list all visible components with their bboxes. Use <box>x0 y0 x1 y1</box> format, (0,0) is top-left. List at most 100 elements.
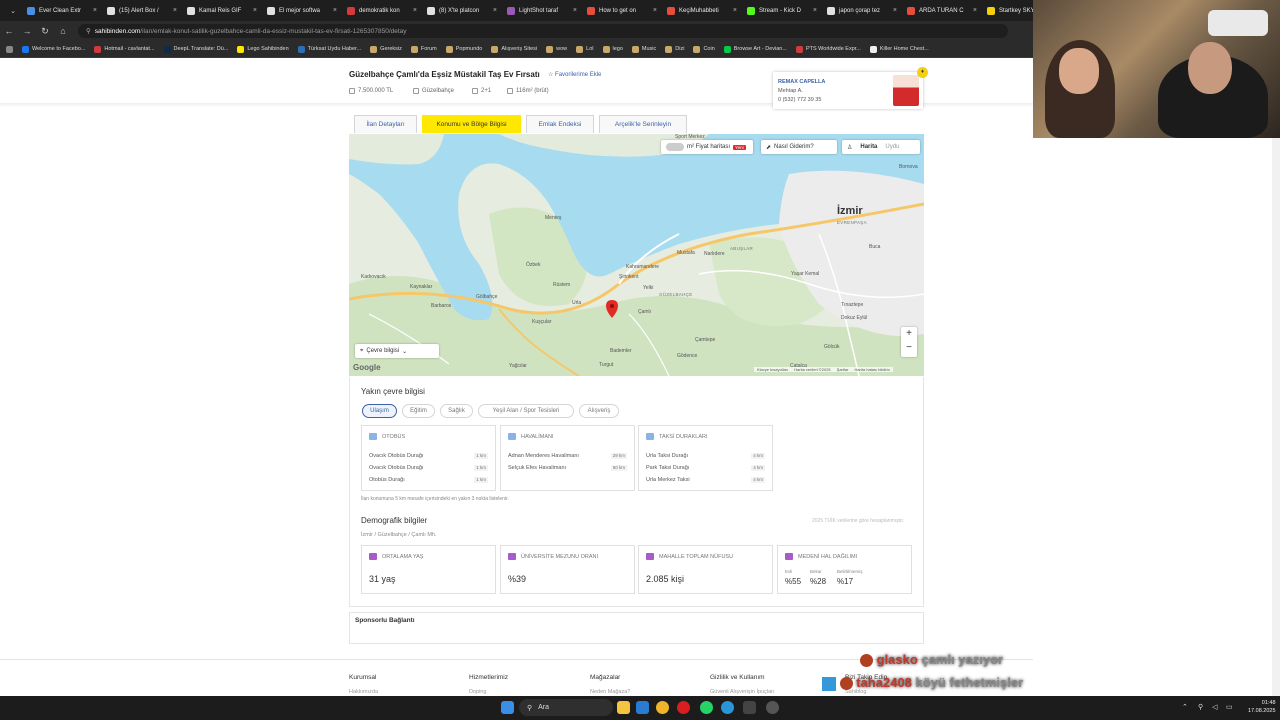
tab-close-icon[interactable]: × <box>973 7 977 14</box>
browser-tab[interactable]: Stream - Kick D × <box>742 0 822 21</box>
add-to-favorites-link[interactable]: ☆ Favorilerime Ekle <box>548 71 601 78</box>
tab-search-icon[interactable]: ⌄ <box>4 7 22 15</box>
obs-icon[interactable] <box>766 701 779 714</box>
taskbar-clock[interactable]: 01:48 17.08.2025 <box>1248 699 1276 715</box>
chip-transport[interactable]: Ulaşım <box>362 404 397 418</box>
bookmark-label: Lego Sahibinden <box>247 46 289 52</box>
reload-icon[interactable]: ↻ <box>36 26 54 37</box>
agent-card[interactable]: REMAX CAPELLA Mehtap A. 0 (532) 772 39 3… <box>773 72 923 109</box>
surroundings-dropdown[interactable]: ⌖ Çevre bilgisi ⌄ <box>355 344 439 358</box>
back-icon[interactable]: ← <box>0 26 18 36</box>
chip-green-areas[interactable]: Yeşil Alan / Spor Tesisleri <box>478 404 574 418</box>
tab-close-icon[interactable]: × <box>333 7 337 14</box>
page-scrollbar[interactable] <box>1272 58 1280 696</box>
toggle-switch[interactable] <box>666 143 684 151</box>
browser-tab[interactable]: ARDA TURAN C × <box>902 0 982 21</box>
bookmark-item[interactable]: Browse Art - Devian... <box>723 45 787 53</box>
chip-shopping[interactable]: Alışveriş <box>579 404 619 418</box>
taskbar-search[interactable]: ⚲ Ara <box>519 699 613 716</box>
footer-link[interactable]: Hakkımızda <box>349 689 378 695</box>
forward-icon[interactable]: → <box>18 26 36 36</box>
price-map-toggle[interactable]: m² Fiyat haritası Yeni <box>661 140 753 154</box>
price-value: 7.500.000 TL <box>358 88 394 94</box>
tab-close-icon[interactable]: × <box>813 7 817 14</box>
footer-link[interactable]: Güvenli Alışverişin İpuçları <box>710 689 775 695</box>
tab-location-region[interactable]: Konumu ve Bölge Bilgisi <box>422 115 521 133</box>
bookmark-item[interactable]: Popmundo <box>445 45 482 53</box>
map-canvas <box>349 134 924 376</box>
browser-tab[interactable]: El mejor softwa × <box>262 0 342 21</box>
view-map-button[interactable]: Harita <box>860 144 877 150</box>
tab-close-icon[interactable]: × <box>733 7 737 14</box>
tab-close-icon[interactable]: × <box>413 7 417 14</box>
app-icon[interactable] <box>743 701 756 714</box>
tab-listing-details[interactable]: İlan Detayları <box>354 115 417 133</box>
chip-health[interactable]: Sağlık <box>440 404 473 418</box>
tab-close-icon[interactable]: × <box>493 7 497 14</box>
bookmark-item[interactable]: Türksat Uydu Haber... <box>297 45 361 53</box>
tab-close-icon[interactable]: × <box>173 7 177 14</box>
network-icon[interactable]: ⚲ <box>1198 703 1203 711</box>
browser-tab[interactable]: How to get on × <box>582 0 662 21</box>
bookmark-item[interactable]: Lego Sahibinden <box>237 45 289 53</box>
bookmark-item[interactable]: PTS Worldwide Expr... <box>795 45 861 53</box>
chip-education[interactable]: Eğitim <box>402 404 435 418</box>
browser-tab[interactable]: Kamal Reis GIF × <box>182 0 262 21</box>
browser-tab[interactable]: demokratik kon × <box>342 0 422 21</box>
apps-grid-icon[interactable] <box>6 45 13 53</box>
tab-close-icon[interactable]: × <box>253 7 257 14</box>
view-satellite-button[interactable]: Uydu <box>885 144 899 150</box>
opera-icon[interactable] <box>677 701 690 714</box>
bookmark-item[interactable]: DeepL Translate: Dü... <box>163 45 228 53</box>
bookmark-item[interactable]: Music <box>631 45 656 53</box>
tab-close-icon[interactable]: × <box>93 7 97 14</box>
zoom-in-button[interactable]: + <box>906 327 912 341</box>
bookmark-item[interactable]: Gereksiz <box>370 45 402 53</box>
home-icon[interactable]: ⌂ <box>54 26 72 36</box>
zoom-out-button[interactable]: − <box>906 341 912 355</box>
browser-tab[interactable]: (15) Alert Box / × <box>102 0 182 21</box>
bookmark-item[interactable]: Killer Home Chest... <box>869 45 929 53</box>
map-place: Gölcük <box>824 344 840 350</box>
whatsapp-icon[interactable] <box>700 701 713 714</box>
map-place: Sport Merkez <box>675 134 705 140</box>
keyboard-shortcuts-link[interactable]: Klavye kısayolları <box>757 367 788 372</box>
bookmark-item[interactable]: Welcome to Facebo... <box>22 45 85 53</box>
telegram-icon[interactable] <box>721 701 734 714</box>
bookmark-item[interactable]: Lol <box>576 45 594 53</box>
bookmark-item[interactable]: Alışveriş Sitesi <box>491 45 537 53</box>
report-error-link[interactable]: Harita hatası bildirin <box>854 367 889 372</box>
bookmark-item[interactable]: Hotmail - cavlantat... <box>94 45 155 53</box>
speaker-icon[interactable]: ◁ <box>1212 703 1217 711</box>
browser-tab[interactable]: KeçiMuhabbeti × <box>662 0 742 21</box>
tab-close-icon[interactable]: × <box>893 7 897 14</box>
bookmark-item[interactable]: lego <box>602 45 623 53</box>
bookmark-item[interactable]: wow <box>546 45 567 53</box>
url-field[interactable]: ⚲ sahibinden.com/ilan/emlak-konut-satili… <box>78 24 1008 38</box>
start-icon[interactable] <box>501 701 514 714</box>
poi-distance: 1 km <box>474 453 488 459</box>
store-icon[interactable] <box>636 701 649 714</box>
browser-tab[interactable]: LightShot taraf × <box>502 0 582 21</box>
directions-button[interactable]: ⬈ Nasıl Giderim? <box>761 140 837 154</box>
location-map[interactable]: m² Fiyat haritası Yeni ⬈ Nasıl Giderim? … <box>349 134 924 376</box>
file-explorer-icon[interactable] <box>617 701 630 714</box>
footer-link[interactable]: Neden Mağaza? <box>590 689 630 695</box>
browser-tab[interactable]: japon çorap tez × <box>822 0 902 21</box>
browser-tab[interactable]: Ever Clean Extr × <box>22 0 102 21</box>
battery-icon[interactable]: ▭ <box>1226 703 1233 711</box>
bookmark-item[interactable]: Dizi <box>665 45 684 53</box>
tab-close-icon[interactable]: × <box>573 7 577 14</box>
tray-chevron-icon[interactable]: ⌃ <box>1182 703 1188 711</box>
footer-link[interactable]: Doping <box>469 689 486 695</box>
tab-arcelik[interactable]: Arçelik'le Serinleyin <box>599 115 687 133</box>
bookmark-item[interactable]: Forum <box>410 45 437 53</box>
chrome-icon[interactable] <box>656 701 669 714</box>
terms-link[interactable]: Şartlar <box>837 367 849 372</box>
tab-close-icon[interactable]: × <box>653 7 657 14</box>
pegman-icon[interactable]: ♙ <box>847 144 852 151</box>
bookmark-item[interactable]: Coin <box>693 45 715 53</box>
tab-real-estate-index[interactable]: Emlak Endeksi <box>526 115 594 133</box>
site-info-icon[interactable]: ⚲ <box>86 27 91 35</box>
browser-tab[interactable]: (8) X'te platcon × <box>422 0 502 21</box>
